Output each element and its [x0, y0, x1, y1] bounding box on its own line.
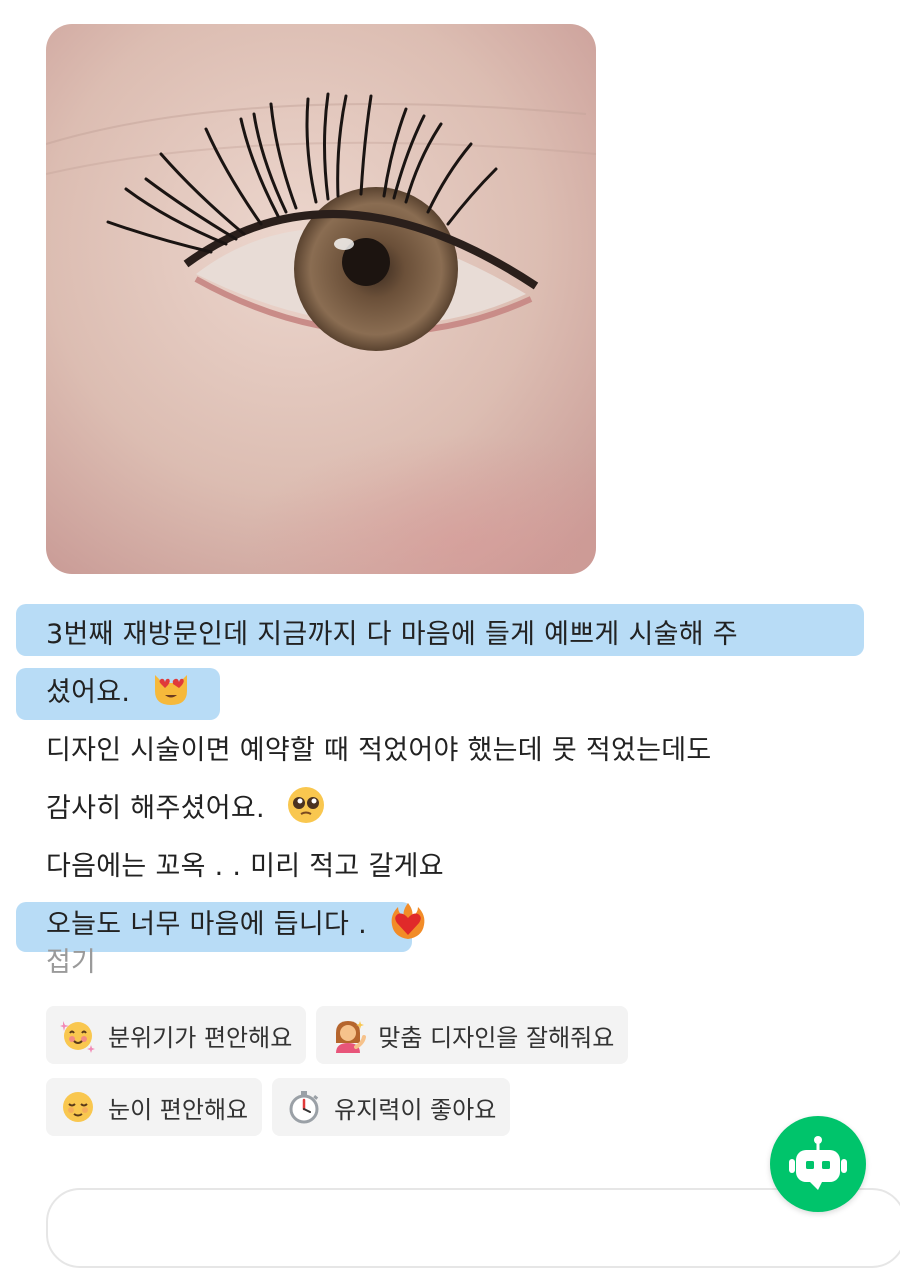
- tag-chip[interactable]: 유지력이 좋아요: [272, 1078, 511, 1136]
- tag-row: 분위기가 편안해요 맞춤 디자인을 잘해줘요: [46, 1006, 866, 1064]
- review-line: 디자인 시술이면 예약할 때 적었어야 했는데 못 적었는데도: [46, 722, 876, 780]
- stopwatch-icon: [289, 1091, 319, 1124]
- tag-chip[interactable]: 분위기가 편안해요: [46, 1006, 307, 1064]
- pleading-face-emoji: [287, 787, 324, 823]
- tag-label: 맞춤 디자인을 잘해줘요: [378, 1023, 615, 1052]
- review-line: 3번째 재방문인데 지금까지 다 마음에 들게 예쁘게 시술해 주: [16, 604, 876, 664]
- tag-chip[interactable]: 눈이 편안해요: [46, 1078, 263, 1136]
- tag-label: 눈이 편안해요: [108, 1095, 249, 1124]
- chatbot-button[interactable]: [770, 1116, 866, 1212]
- review-line-text: 다음에는 꼬옥 . . 미리 적고 갈게요: [46, 851, 444, 882]
- review-line: 다음에는 꼬옥 . . 미리 적고 갈게요: [46, 838, 876, 896]
- heart-eyes-cat-emoji: [155, 675, 188, 705]
- review-line-text: 오늘도 너무 마음에 듭니다 .: [46, 909, 367, 940]
- person-tipping-hand-icon: [336, 1021, 367, 1053]
- tag-label: 유지력이 좋아요: [334, 1095, 497, 1124]
- smiling-face-icon: [60, 1021, 95, 1053]
- eye-photo-illustration: [46, 24, 596, 574]
- collapse-button[interactable]: 접기: [46, 940, 96, 986]
- review-line-text: 셨어요.: [46, 677, 131, 708]
- review-line-text: 디자인 시술이면 예약할 때 적었어야 했는데 못 적었는데도: [46, 735, 712, 766]
- review-line: 감사히 해주셨어요.: [46, 780, 876, 838]
- tag-chip[interactable]: 맞춤 디자인을 잘해줘요: [316, 1006, 629, 1064]
- review-line: 오늘도 너무 마음에 듭니다 .: [16, 896, 876, 954]
- review-line-text: 감사히 해주셨어요.: [46, 793, 265, 824]
- relieved-face-icon: [63, 1092, 93, 1122]
- robot-icon: [789, 1136, 847, 1190]
- review-photo[interactable]: [46, 24, 596, 574]
- review-text: 3번째 재방문인데 지금까지 다 마음에 들게 예쁘게 시술해 주 셨어요. 디…: [16, 604, 876, 954]
- heart-on-fire-emoji: [391, 903, 425, 939]
- keyword-tags: 분위기가 편안해요 맞춤 디자인을 잘해줘요 눈이 편안해요 유지력이 좋아요: [46, 1006, 866, 1150]
- review-line: 셨어요.: [16, 664, 876, 722]
- review-line-text: 3번째 재방문인데 지금까지 다 마음에 들게 예쁘게 시술해 주: [46, 619, 738, 650]
- tag-label: 분위기가 편안해요: [108, 1023, 293, 1052]
- tag-row: 눈이 편안해요 유지력이 좋아요: [46, 1078, 866, 1136]
